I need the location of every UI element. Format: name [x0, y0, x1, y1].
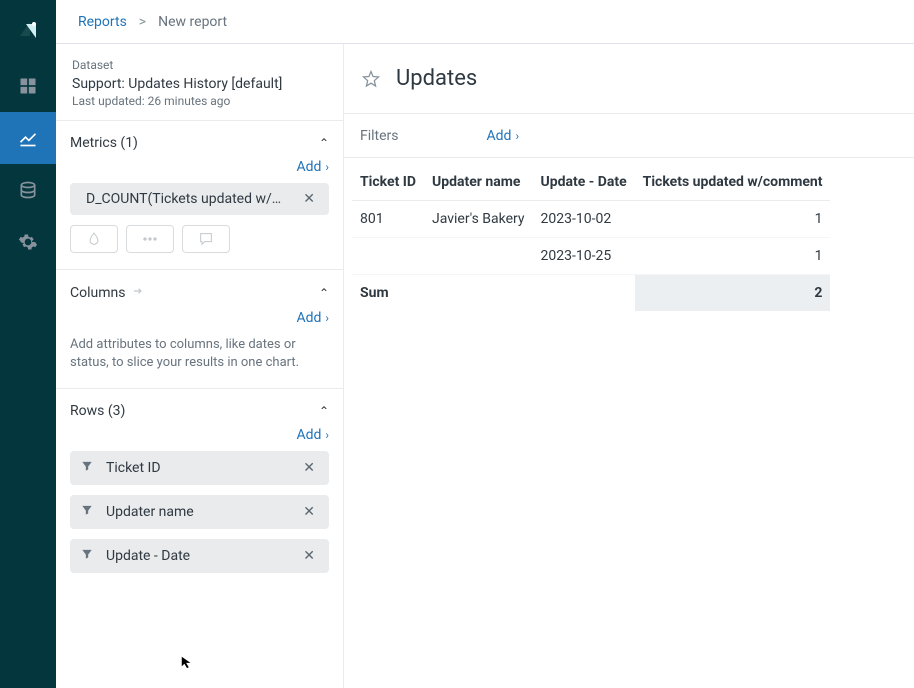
- row-chip-remove[interactable]: ✕: [299, 460, 319, 476]
- col-updater-name[interactable]: Updater name: [424, 164, 533, 201]
- nav-reports[interactable]: [0, 112, 56, 164]
- cell-updater: [424, 238, 533, 275]
- report-area: Updates Filters Add › Ticket ID Updater …: [344, 44, 914, 688]
- table-sum-row: Sum 2: [352, 275, 830, 312]
- metric-chip[interactable]: D_COUNT(Tickets updated w/… ✕: [70, 183, 329, 215]
- cell-value: 1: [635, 201, 831, 238]
- table-header-row: Ticket ID Updater name Update - Date Tic…: [352, 164, 830, 201]
- rows-section: Rows (3) ⌃ Add › Ticket ID ✕: [56, 389, 343, 599]
- chevron-up-icon: ⌃: [319, 404, 329, 418]
- rows-add-link[interactable]: Add ›: [296, 427, 329, 443]
- add-label: Add: [296, 159, 321, 175]
- workspace: Dataset Support: Updates History [defaul…: [56, 44, 914, 688]
- nav-datasets[interactable]: [0, 164, 56, 216]
- cell-date: 2023-10-02: [533, 201, 635, 238]
- filter-icon: [80, 459, 94, 477]
- breadcrumb-current: New report: [158, 14, 227, 30]
- chevron-up-icon: ⌃: [319, 286, 329, 300]
- metrics-add-link[interactable]: Add ›: [296, 159, 329, 175]
- dataset-label: Dataset: [72, 58, 327, 72]
- row-chip-remove[interactable]: ✕: [299, 548, 319, 564]
- columns-hint: Add attributes to columns, like dates or…: [70, 334, 329, 372]
- metrics-title: Metrics (1): [70, 135, 138, 151]
- col-tickets-updated[interactable]: Tickets updated w/comment: [635, 164, 831, 201]
- favorite-star-icon[interactable]: [360, 68, 382, 90]
- chevron-up-icon: ⌃: [319, 136, 329, 150]
- filters-row: Filters Add ›: [344, 114, 914, 158]
- col-update-date[interactable]: Update - Date: [533, 164, 635, 201]
- result-table-wrap: Ticket ID Updater name Update - Date Tic…: [344, 158, 914, 311]
- breadcrumb-root-link[interactable]: Reports: [78, 14, 127, 30]
- cell-value: 1: [635, 238, 831, 275]
- cell-ticket-id: 801: [352, 201, 424, 238]
- row-chip-label: Update - Date: [100, 548, 190, 564]
- tool-format[interactable]: [126, 225, 174, 253]
- add-label: Add: [296, 427, 321, 443]
- metric-chip-remove[interactable]: ✕: [299, 191, 319, 207]
- metric-chip-label: D_COUNT(Tickets updated w/…: [80, 191, 281, 207]
- breadcrumb: Reports > New report: [56, 0, 914, 44]
- arrow-icon: [131, 284, 145, 302]
- add-label: Add: [296, 310, 321, 326]
- columns-header[interactable]: Columns ⌃: [70, 270, 329, 308]
- report-header: Updates: [344, 44, 914, 114]
- row-chip-ticket-id[interactable]: Ticket ID ✕: [70, 451, 329, 485]
- breadcrumb-separator: >: [139, 14, 146, 30]
- table-row: 2023-10-25 1: [352, 238, 830, 275]
- row-chip-remove[interactable]: ✕: [299, 504, 319, 520]
- tool-chat[interactable]: [182, 225, 230, 253]
- row-chip-update-date[interactable]: Update - Date ✕: [70, 539, 329, 573]
- dataset-updated: Last updated: 26 minutes ago: [72, 94, 327, 108]
- metrics-header[interactable]: Metrics (1) ⌃: [70, 121, 329, 157]
- cell-date: 2023-10-25: [533, 238, 635, 275]
- row-chip-updater-name[interactable]: Updater name ✕: [70, 495, 329, 529]
- chevron-right-icon: ›: [325, 428, 329, 442]
- app-logo: [0, 10, 56, 50]
- dataset-name: Support: Updates History [default]: [72, 76, 327, 92]
- rows-header[interactable]: Rows (3) ⌃: [70, 389, 329, 425]
- chevron-right-icon: ›: [325, 311, 329, 325]
- result-table: Ticket ID Updater name Update - Date Tic…: [352, 164, 830, 311]
- tool-color[interactable]: [70, 225, 118, 253]
- nav-dashboards[interactable]: [0, 60, 56, 112]
- report-title[interactable]: Updates: [396, 66, 477, 91]
- dataset-block: Dataset Support: Updates History [defaul…: [56, 44, 343, 121]
- filters-add-link[interactable]: Add ›: [487, 128, 520, 144]
- table-row: 801 Javier's Bakery 2023-10-02 1: [352, 201, 830, 238]
- filter-icon: [80, 547, 94, 565]
- sum-label: Sum: [352, 275, 424, 312]
- add-label: Add: [487, 128, 512, 144]
- columns-title-text: Columns: [70, 285, 125, 301]
- col-ticket-id[interactable]: Ticket ID: [352, 164, 424, 201]
- metrics-section: Metrics (1) ⌃ Add › D_COUNT(Tickets upda…: [56, 121, 343, 270]
- cell-ticket-id: [352, 238, 424, 275]
- config-side-panel: Dataset Support: Updates History [defaul…: [56, 44, 344, 688]
- metric-toolbar: [70, 225, 329, 253]
- rows-title: Rows (3): [70, 403, 125, 419]
- nav-settings[interactable]: [0, 216, 56, 268]
- columns-add-link[interactable]: Add ›: [296, 310, 329, 326]
- columns-section: Columns ⌃ Add › Add attributes to column…: [56, 270, 343, 389]
- chevron-right-icon: ›: [515, 129, 519, 143]
- sum-value: 2: [635, 275, 831, 312]
- filters-label: Filters: [360, 128, 399, 144]
- columns-title: Columns: [70, 284, 145, 302]
- app-nav-rail: [0, 0, 56, 688]
- cell-updater: Javier's Bakery: [424, 201, 533, 238]
- chevron-right-icon: ›: [325, 160, 329, 174]
- row-chip-label: Ticket ID: [100, 460, 161, 476]
- main-area: Reports > New report Dataset Support: Up…: [56, 0, 914, 688]
- row-chip-label: Updater name: [100, 504, 194, 520]
- filter-icon: [80, 503, 94, 521]
